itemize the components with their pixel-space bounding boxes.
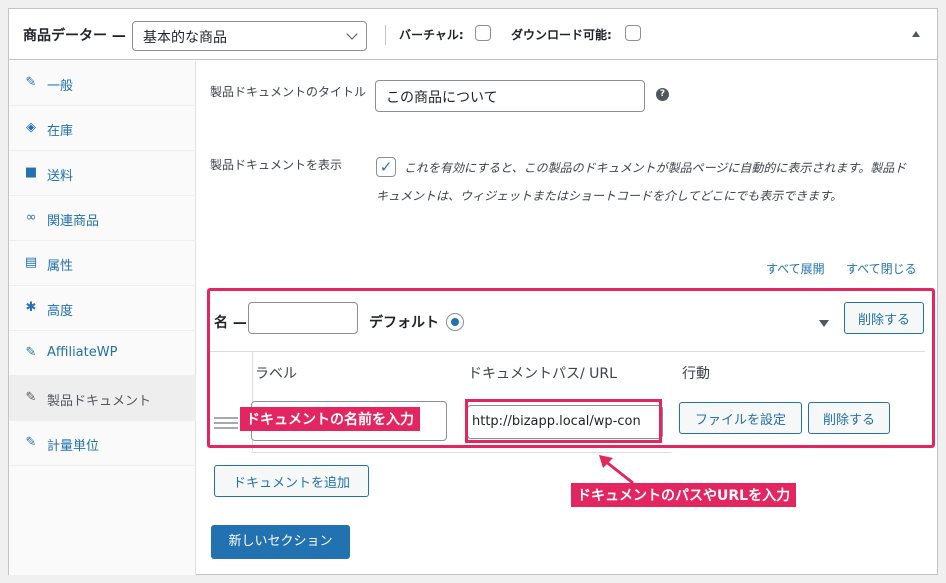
- panel-title: 商品データー —: [23, 28, 126, 44]
- sidebar-item-label: 在庫: [47, 124, 74, 139]
- doc-title-label: 製品ドキュメントのタイトル: [210, 85, 367, 99]
- path-highlight: [465, 399, 662, 443]
- sidebar-item-label: 関連商品: [47, 214, 100, 229]
- wrench-icon: ✎: [25, 390, 37, 405]
- help-icon[interactable]: ?: [656, 88, 669, 101]
- product-data-panel: 商品データー — 基本的な商品 バーチャル: ダウンロード可能: ✎ 一般 ◈ …: [8, 8, 938, 575]
- sidebar-item-inventory[interactable]: ◈ 在庫: [9, 106, 196, 151]
- sidebar-item-shipping[interactable]: ■ 送料: [9, 151, 196, 196]
- wrench-icon: ✎: [25, 75, 37, 90]
- name-hint-label: ドキュメントの名前を入力: [240, 407, 420, 431]
- wrench-icon: ✎: [25, 345, 37, 360]
- expand-all-link[interactable]: すべて展開: [766, 260, 825, 277]
- sidebar-item-units[interactable]: ✎ 計量単位: [9, 421, 196, 466]
- product-type-select[interactable]: 基本的な商品: [132, 21, 367, 51]
- list-icon: ▤: [24, 255, 38, 270]
- new-section-button[interactable]: 新しいセクション: [211, 525, 350, 559]
- sidebar-item-label: 計量単位: [47, 439, 100, 454]
- show-docs-description: これを有効にすると、この製品のドキュメントが製品ページに自動的に表示されます。製…: [376, 161, 907, 203]
- doc-title-input[interactable]: この商品について: [375, 80, 645, 112]
- virtual-label: バーチャル:: [399, 28, 464, 42]
- path-hint-label: ドキュメントのパスやURLを入力: [571, 483, 797, 507]
- sidebar-item-affiliatewp[interactable]: ✎ AffiliateWP: [9, 331, 196, 376]
- virtual-checkbox[interactable]: [475, 25, 491, 41]
- header-divider: [385, 25, 386, 45]
- sidebar-item-label: 製品ドキュメント: [47, 394, 152, 409]
- sidebar-item-general[interactable]: ✎ 一般: [9, 61, 196, 106]
- arrow-annotation-icon: [599, 455, 634, 485]
- sidebar-item-label: AffiliateWP: [47, 345, 118, 360]
- sidebar-item-label: 送料: [47, 169, 74, 184]
- sidebar-item-linked-products[interactable]: ∞ 関連商品: [9, 196, 196, 241]
- chevron-down-icon: [346, 28, 358, 40]
- sidebar-item-attributes[interactable]: ▤ 属性: [9, 241, 196, 286]
- wrench-icon: ✎: [25, 435, 37, 450]
- truck-icon: ■: [24, 165, 38, 180]
- sidebar-item-product-documents[interactable]: ✎ 製品ドキュメント: [9, 376, 196, 421]
- downloadable-label: ダウンロード可能:: [511, 28, 612, 42]
- downloadable-checkbox[interactable]: [625, 25, 641, 41]
- sidebar-item-label: 属性: [47, 259, 74, 274]
- product-type-value: 基本的な商品: [143, 30, 227, 46]
- panel-header: 商品データー — 基本的な商品 バーチャル: ダウンロード可能:: [9, 9, 937, 60]
- sidebar-item-label: 一般: [47, 79, 74, 94]
- collapse-all-link[interactable]: すべて閉じる: [846, 260, 917, 277]
- product-data-tabs: ✎ 一般 ◈ 在庫 ■ 送料 ∞ 関連商品 ▤ 属性 ✱ 高度 ✎ Affili…: [9, 61, 196, 575]
- gear-icon: ✱: [25, 300, 37, 315]
- panel-toggle-icon[interactable]: [912, 31, 920, 37]
- sidebar-item-advanced[interactable]: ✱ 高度: [9, 286, 196, 331]
- sidebar-item-label: 高度: [47, 304, 74, 319]
- add-document-button[interactable]: ドキュメントを追加: [214, 465, 369, 497]
- show-docs-label: 製品ドキュメントを表示: [210, 158, 343, 172]
- tag-icon: ◈: [26, 120, 36, 135]
- link-icon: ∞: [25, 210, 37, 225]
